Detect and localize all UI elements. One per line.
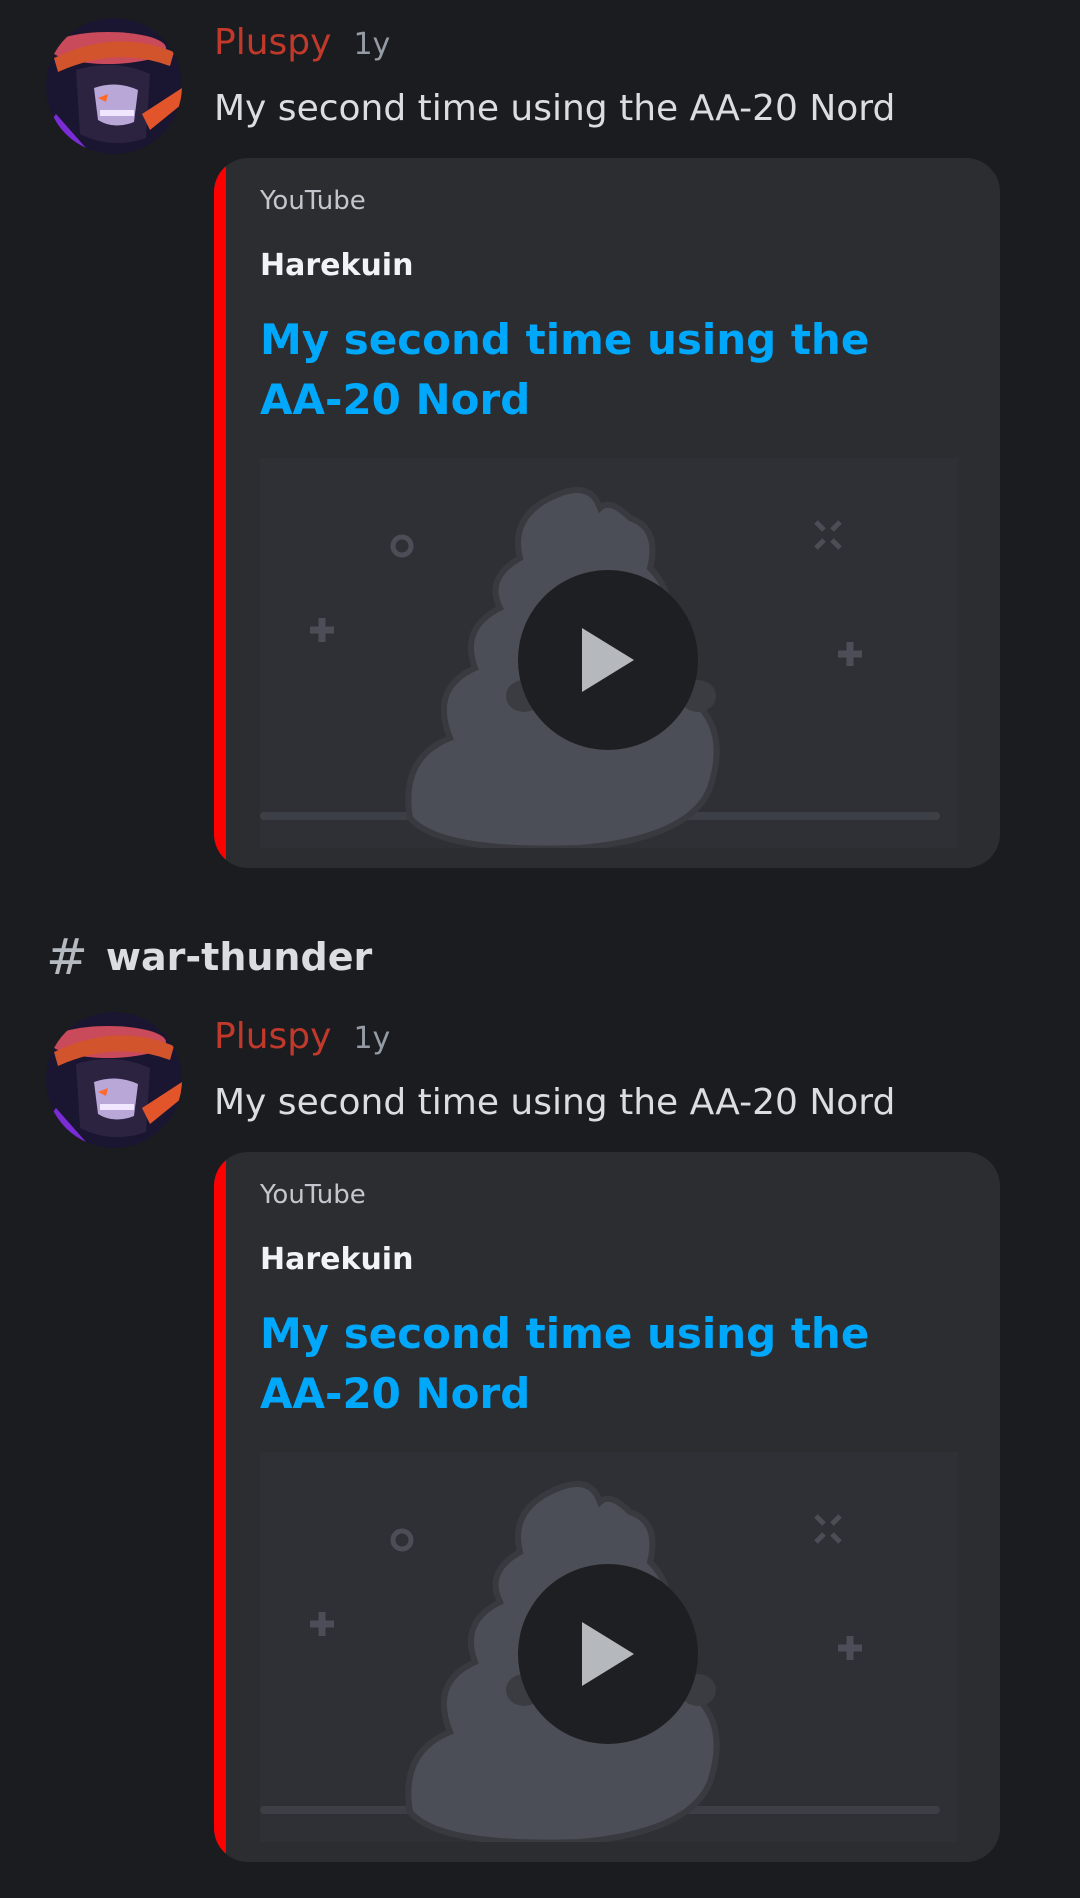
embed-provider: YouTube bbox=[260, 186, 366, 216]
embed-provider: YouTube bbox=[260, 1180, 366, 1210]
embed-title-link[interactable]: My second time using the AA-20 Nord bbox=[260, 310, 940, 430]
timestamp: 1y bbox=[353, 27, 391, 62]
play-icon bbox=[582, 1622, 634, 1686]
embed-accent-bar bbox=[214, 1152, 226, 1862]
embed-title-link[interactable]: My second time using the AA-20 Nord bbox=[260, 1304, 940, 1424]
author-name[interactable]: Pluspy bbox=[214, 1016, 331, 1057]
channel-header[interactable]: # war-thunder bbox=[46, 932, 372, 982]
embed-accent-bar bbox=[214, 158, 226, 868]
video-thumbnail[interactable] bbox=[260, 458, 958, 848]
hash-icon: # bbox=[46, 928, 88, 986]
play-icon bbox=[582, 628, 634, 692]
play-button[interactable] bbox=[518, 1564, 698, 1744]
youtube-embed: YouTube Harekuin My second time using th… bbox=[214, 1152, 1000, 1862]
author-name[interactable]: Pluspy bbox=[214, 22, 331, 63]
embed-author[interactable]: Harekuin bbox=[260, 1242, 413, 1277]
timestamp: 1y bbox=[353, 1021, 391, 1056]
video-thumbnail[interactable] bbox=[260, 1452, 958, 1842]
message-text: My second time using the AA-20 Nord bbox=[214, 88, 896, 129]
avatar[interactable] bbox=[46, 18, 182, 154]
avatar[interactable] bbox=[46, 1012, 182, 1148]
channel-name[interactable]: war-thunder bbox=[106, 935, 372, 979]
embed-author[interactable]: Harekuin bbox=[260, 248, 413, 283]
message-text: My second time using the AA-20 Nord bbox=[214, 1082, 896, 1123]
youtube-embed: YouTube Harekuin My second time using th… bbox=[214, 158, 1000, 868]
play-button[interactable] bbox=[518, 570, 698, 750]
